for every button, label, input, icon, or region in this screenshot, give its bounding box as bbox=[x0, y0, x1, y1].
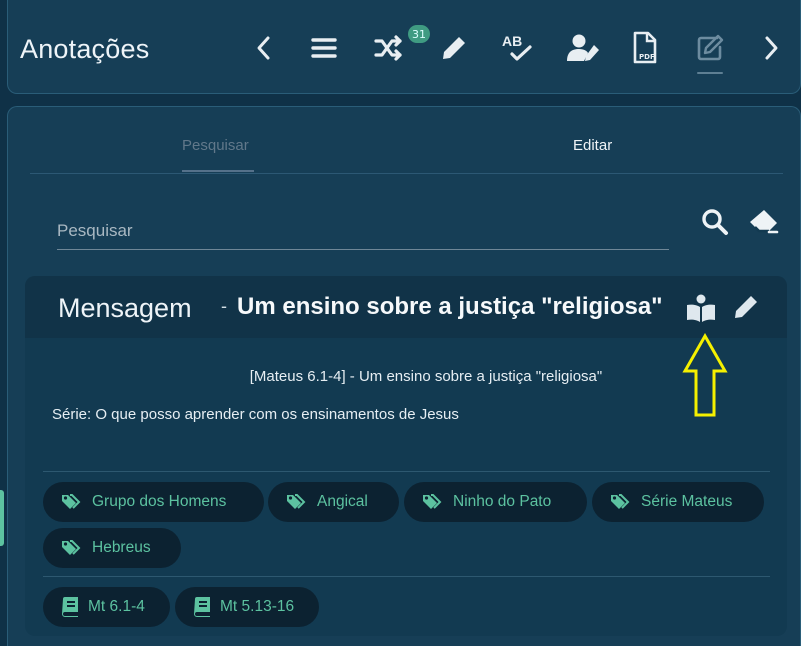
tag-chip[interactable]: Angical bbox=[268, 482, 399, 522]
tags-icon bbox=[62, 494, 81, 509]
note-card: Mensagem - Um ensino sobre a justiça "re… bbox=[25, 276, 787, 636]
tag-chip[interactable]: Série Mateus bbox=[592, 482, 764, 522]
eraser-icon[interactable] bbox=[746, 206, 780, 238]
note-title[interactable]: Um ensino sobre a justiça "religiosa" bbox=[237, 293, 677, 321]
edit-square-icon[interactable] bbox=[692, 30, 728, 66]
reference-chip[interactable]: Mt 6.1-4 bbox=[43, 587, 170, 627]
tag-label: Hebreus bbox=[92, 539, 151, 556]
search-input[interactable] bbox=[57, 212, 669, 250]
pencil-icon[interactable] bbox=[436, 30, 472, 66]
active-tab-underline bbox=[182, 170, 254, 172]
tags-icon bbox=[611, 494, 630, 509]
note-type-label: Mensagem bbox=[58, 293, 192, 323]
pdf-file-icon[interactable]: PDF bbox=[627, 30, 663, 66]
series-line: Série: O que posso aprender com os ensin… bbox=[52, 406, 459, 423]
tab-edit[interactable]: Editar bbox=[573, 137, 612, 154]
reference-chip[interactable]: Mt 5.13-16 bbox=[175, 587, 319, 627]
chevron-left-icon[interactable] bbox=[246, 30, 282, 66]
reference-label: Mt 6.1-4 bbox=[88, 598, 145, 615]
scripture-reference-line: [Mateus 6.1-4] - Um ensino sobre a justi… bbox=[249, 368, 603, 385]
book-icon bbox=[62, 597, 78, 617]
shuffle-icon[interactable] bbox=[371, 30, 407, 66]
edit-note-pencil-icon[interactable] bbox=[729, 290, 763, 324]
list-icon[interactable] bbox=[306, 30, 342, 66]
card-header: Mensagem - Um ensino sobre a justiça "re… bbox=[25, 276, 787, 338]
search-icon[interactable] bbox=[699, 206, 731, 238]
title-separator: - bbox=[221, 296, 227, 316]
annotation-arrow-icon bbox=[681, 332, 729, 424]
side-drawer-handle[interactable] bbox=[0, 490, 4, 546]
tag-label: Ninho do Pato bbox=[453, 493, 552, 510]
tabs-divider bbox=[30, 173, 783, 174]
bible-reader-icon[interactable] bbox=[684, 291, 718, 325]
reference-label: Mt 5.13-16 bbox=[220, 598, 295, 615]
tag-chip[interactable]: Hebreus bbox=[43, 528, 181, 568]
book-icon bbox=[194, 597, 210, 617]
tag-label: Grupo dos Homens bbox=[92, 493, 227, 510]
tags-icon bbox=[62, 540, 81, 555]
chevron-right-icon[interactable] bbox=[753, 30, 789, 66]
tab-search[interactable]: Pesquisar bbox=[182, 137, 249, 154]
active-tool-indicator bbox=[697, 72, 723, 74]
user-edit-icon[interactable] bbox=[566, 30, 602, 66]
tags-icon bbox=[287, 494, 306, 509]
tags-divider bbox=[43, 471, 770, 472]
tag-chip[interactable]: Grupo dos Homens bbox=[43, 482, 264, 522]
notification-badge: 31 bbox=[408, 25, 430, 43]
tag-chip[interactable]: Ninho do Pato bbox=[404, 482, 587, 522]
svg-text:PDF: PDF bbox=[639, 53, 655, 61]
tag-label: Angical bbox=[317, 493, 368, 510]
app-title: Anotações bbox=[20, 34, 150, 64]
spellcheck-icon[interactable]: AB bbox=[500, 30, 536, 66]
tag-label: Série Mateus bbox=[641, 493, 733, 510]
references-divider bbox=[43, 576, 770, 577]
svg-text:AB: AB bbox=[502, 33, 522, 49]
tags-icon bbox=[423, 494, 442, 509]
